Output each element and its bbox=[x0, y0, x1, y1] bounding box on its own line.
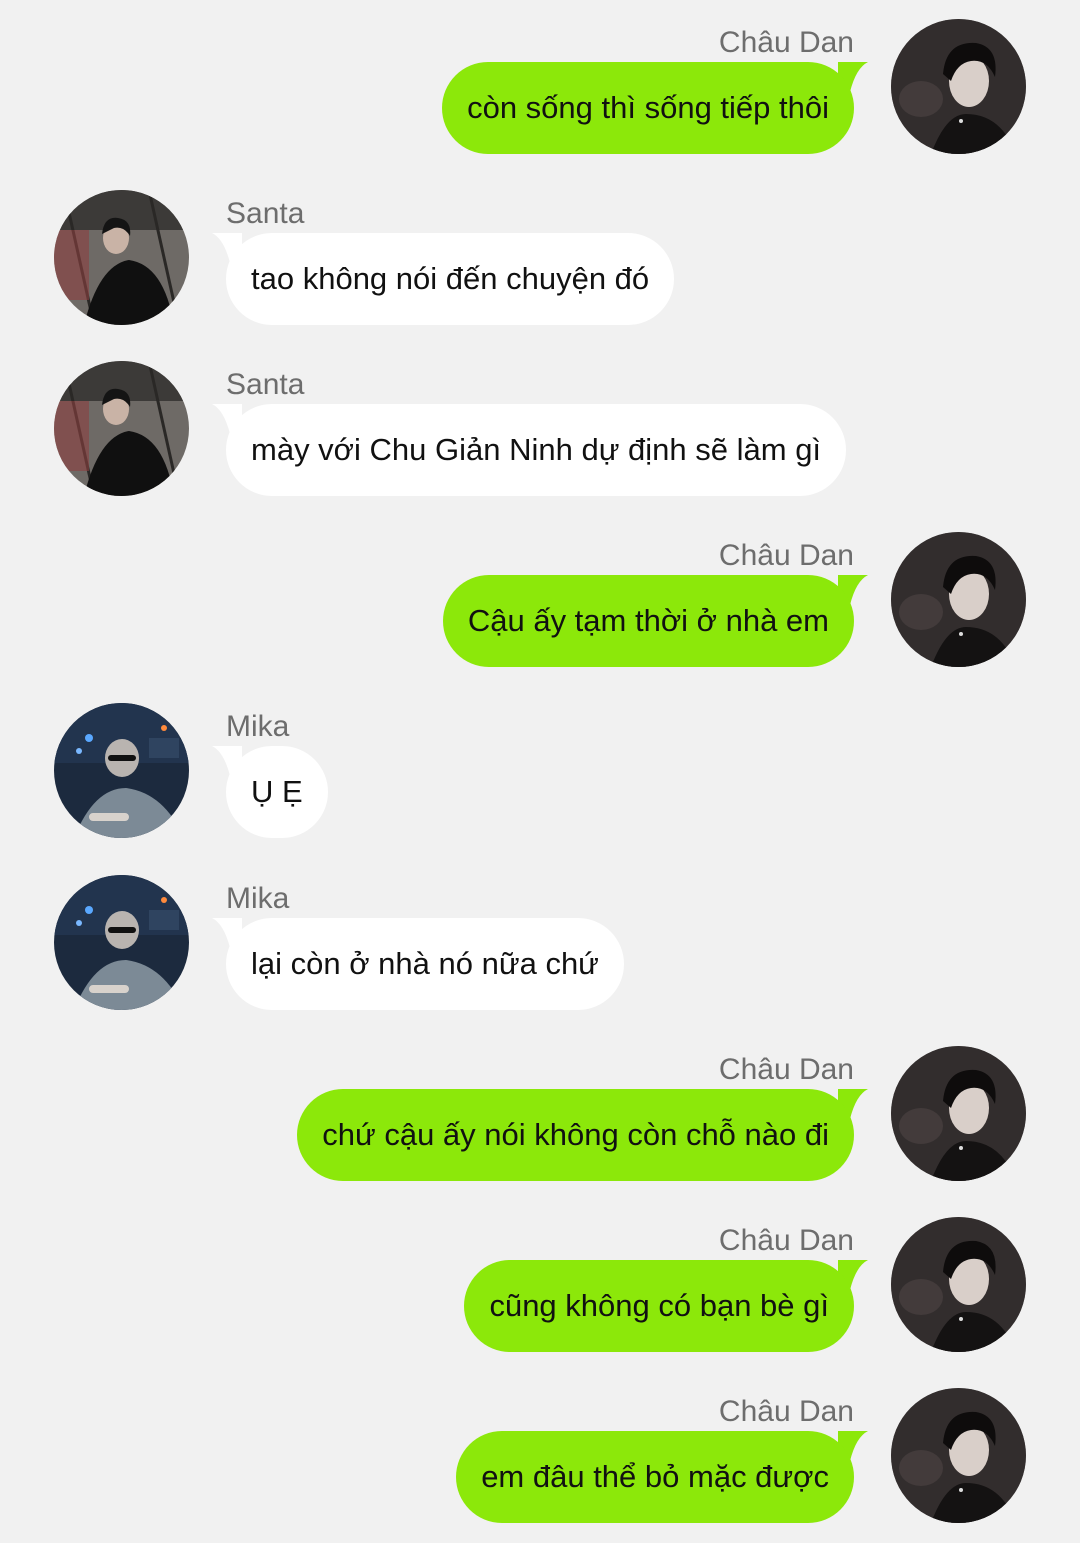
message-bubble[interactable]: tao không nói đến chuyện đó bbox=[226, 233, 675, 325]
message-bubble[interactable]: còn sống thì sống tiếp thôi bbox=[442, 62, 854, 154]
mika-avatar[interactable] bbox=[54, 703, 189, 838]
sender-name: Châu Dan bbox=[718, 26, 854, 59]
message-row: Châu Dan cũng không có bạn bè gì bbox=[0, 1217, 1080, 1367]
chau-dan-avatar[interactable] bbox=[891, 1217, 1026, 1352]
message-bubble[interactable]: em đâu thể bỏ mặc được bbox=[456, 1431, 854, 1523]
message-row: Châu Dan em đâu thể bỏ mặc được bbox=[0, 1388, 1080, 1538]
message-bubble[interactable]: chứ cậu ấy nói không còn chỗ nào đi bbox=[297, 1089, 854, 1181]
chau-dan-avatar[interactable] bbox=[891, 1046, 1026, 1181]
chau-dan-avatar[interactable] bbox=[891, 1388, 1026, 1523]
sender-name: Mika bbox=[226, 882, 290, 915]
sender-name: Santa bbox=[226, 197, 305, 230]
chau-dan-avatar[interactable] bbox=[891, 532, 1026, 667]
sender-name: Châu Dan bbox=[718, 539, 854, 572]
message-bubble[interactable]: Ụ Ẹ bbox=[226, 746, 328, 838]
message-bubble[interactable]: Cậu ấy tạm thời ở nhà em bbox=[442, 575, 854, 667]
message-bubble[interactable]: mày với Chu Giản Ninh dự định sẽ làm gì bbox=[226, 404, 847, 496]
message-row: Mika lại còn ở nhà nó nữa chứ bbox=[0, 875, 1080, 1025]
santa-avatar[interactable] bbox=[54, 190, 189, 325]
sender-name: Mika bbox=[226, 710, 290, 743]
message-row: Santa mày với Chu Giản Ninh dự định sẽ l… bbox=[0, 361, 1080, 511]
santa-avatar[interactable] bbox=[54, 361, 189, 496]
message-bubble[interactable]: cũng không có bạn bè gì bbox=[464, 1260, 854, 1352]
sender-name: Châu Dan bbox=[718, 1395, 854, 1428]
message-bubble[interactable]: lại còn ở nhà nó nữa chứ bbox=[226, 918, 624, 1010]
message-row: Châu Dan Cậu ấy tạm thời ở nhà em bbox=[0, 532, 1080, 682]
mika-avatar[interactable] bbox=[54, 875, 189, 1010]
chau-dan-avatar[interactable] bbox=[891, 19, 1026, 154]
message-row: Mika Ụ Ẹ bbox=[0, 703, 1080, 853]
message-row: Santa tao không nói đến chuyện đó bbox=[0, 190, 1080, 340]
sender-name: Châu Dan bbox=[718, 1224, 854, 1257]
sender-name: Santa bbox=[226, 368, 305, 401]
message-row: Châu Dan còn sống thì sống tiếp thôi bbox=[0, 19, 1080, 169]
message-row: Châu Dan chứ cậu ấy nói không còn chỗ nà… bbox=[0, 1046, 1080, 1196]
sender-name: Châu Dan bbox=[718, 1053, 854, 1086]
